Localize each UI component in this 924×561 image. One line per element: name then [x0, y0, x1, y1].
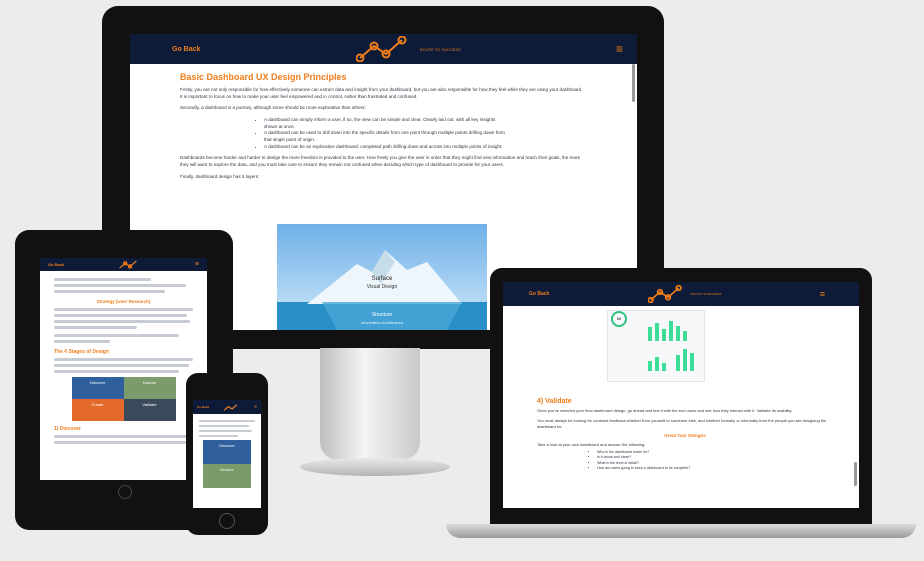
route-logo-icon [118, 260, 137, 269]
desktop-navbar: Go Back ROUTE TO SUCCESS ≡ [130, 34, 637, 64]
tablet-discover-heading: 1) Discover [54, 426, 81, 432]
phone-screen: Go Back ≡ Discover Nurture [193, 400, 261, 508]
dashboard-bars [648, 321, 694, 371]
iceberg-visual-label: Visual Design [366, 284, 398, 290]
phone-navbar: Go Back ≡ [193, 400, 261, 414]
laptop-bullet-list: Who is the dashboard made for? Is it vis… [537, 450, 833, 471]
grid-cell-create: Create [71, 399, 124, 421]
grid-cell-discover: Discover [71, 377, 124, 399]
phone-nurture-block: Nurture [203, 464, 251, 488]
phone-home-button[interactable] [219, 513, 235, 529]
laptop-screen: Go Back ROUTE TO SUCCESS ≡ 50 4) Validat… [503, 282, 859, 508]
desktop-para-1: Firstly, you are not only responsible fo… [180, 87, 583, 99]
dashboard-image: 50 [607, 310, 705, 382]
go-back-link[interactable]: Go Back [172, 46, 200, 53]
monitor-stand [320, 348, 420, 460]
laptop-article: 4) Validate Once you've selected your fi… [537, 398, 833, 471]
laptop-para-2: You must always be looking for constant … [537, 417, 827, 429]
desktop-para-3: Dashboards become harder and harder to d… [180, 155, 581, 167]
tablet-stages-heading: The 4 Stages of Design [54, 349, 110, 355]
hamburger-menu-icon[interactable]: ≡ [195, 261, 199, 268]
list-item: How are users going to keep a dashboard … [597, 466, 833, 471]
laptop-base [446, 524, 916, 538]
grid-cell-nurture: Nurture [123, 377, 176, 399]
desktop-para-4: Finally, dashboard design has 5 layers: [180, 173, 260, 179]
logo[interactable]: ROUTE TO SUCCESS [355, 36, 461, 62]
desktop-heading: Basic Dashboard UX Design Principles [180, 72, 347, 82]
tablet-navbar: Go Back ≡ [40, 258, 207, 271]
laptop-para-1: Once you've selected your final dashboar… [537, 408, 793, 413]
desktop-bullet-list: A dashboard can simply inform a user, if… [180, 117, 585, 150]
tablet-screen: Go Back ≡ Strategy (User Research) The 4… [40, 258, 207, 480]
logo-subtitle: ROUTE TO SUCCESS [690, 292, 722, 296]
list-item: A dashboard can simply inform a user, if… [264, 117, 505, 130]
grid-cell-validate: Validate [123, 399, 176, 421]
monitor-base [300, 458, 450, 476]
laptop-para-3: Take a look at your own dashboard and an… [537, 442, 646, 448]
hamburger-menu-icon[interactable]: ≡ [616, 42, 623, 56]
go-back-link[interactable]: Go Back [197, 405, 209, 409]
desktop-article: Basic Dashboard UX Design Principles Fir… [130, 64, 637, 180]
hamburger-menu-icon[interactable]: ≡ [254, 404, 257, 410]
go-back-link[interactable]: Go Back [529, 291, 549, 297]
laptop-navbar: Go Back ROUTE TO SUCCESS ≡ [503, 282, 859, 306]
design-stages-grid: Discover Nurture Create Validate [71, 377, 176, 421]
route-logo-icon [223, 403, 237, 411]
go-back-link[interactable]: Go Back [48, 262, 64, 267]
laptop-sub-heading: Great Your Designs [664, 433, 706, 439]
iceberg-structure-label: Structure [371, 312, 393, 318]
scrollbar[interactable] [854, 462, 857, 486]
route-logo-icon [647, 285, 682, 303]
tablet-strategy-heading: Strategy (User Research) [96, 299, 151, 304]
hamburger-menu-icon[interactable]: ≡ [820, 289, 825, 299]
validate-heading: 4) Validate [537, 398, 572, 405]
list-item: A dashboard can be an explorative dashbo… [264, 144, 505, 151]
kpi-circle: 50 [611, 311, 627, 327]
iceberg-surface-label: Surface [371, 276, 393, 282]
phone-discover-block: Discover [203, 440, 251, 464]
iceberg-image: Surface Visual Design Structure Informat… [277, 224, 487, 330]
logo-subtitle: ROUTE TO SUCCESS [419, 46, 461, 52]
desktop-para-2: Secondly, a dashboard is a journey, alth… [180, 105, 366, 111]
iceberg-structure-sub: Information Architecture [360, 320, 404, 325]
tablet-home-button[interactable] [118, 485, 132, 499]
list-item: A dashboard can be used to drill down in… [264, 130, 505, 143]
route-logo-icon [355, 36, 407, 62]
scrollbar[interactable] [632, 64, 635, 102]
